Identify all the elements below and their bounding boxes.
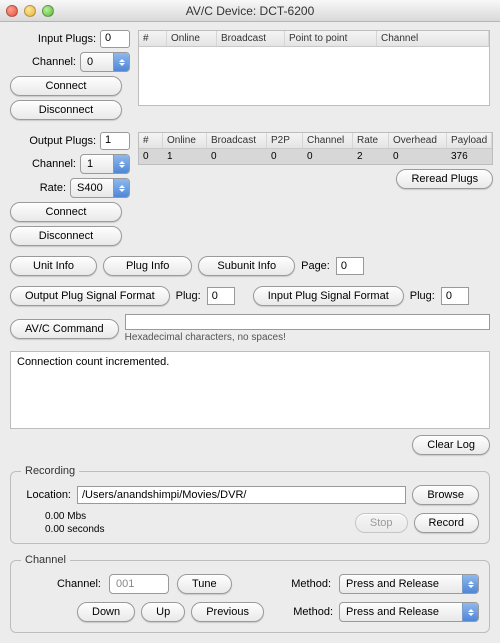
close-icon[interactable] — [6, 5, 18, 17]
output-channel-value: 1 — [87, 158, 93, 170]
previous-button[interactable]: Previous — [191, 602, 264, 622]
page-input[interactable] — [336, 257, 364, 275]
input-plugs-table[interactable]: # Online Broadcast Point to point Channe… — [138, 30, 490, 106]
down-button[interactable]: Down — [77, 602, 135, 622]
input-signal-format-button[interactable]: Input Plug Signal Format — [253, 286, 404, 306]
channel-input[interactable] — [109, 574, 169, 594]
input-disconnect-button[interactable]: Disconnect — [10, 100, 122, 120]
th[interactable]: Broadcast — [217, 31, 285, 46]
th[interactable]: Point to point — [285, 31, 377, 46]
th[interactable]: # — [139, 133, 163, 148]
th[interactable]: Channel — [303, 133, 353, 148]
chevron-updown-icon — [462, 603, 478, 621]
output-rate-label: Rate: — [10, 182, 66, 194]
traffic-lights — [6, 5, 54, 17]
zoom-icon[interactable] — [42, 5, 54, 17]
method2-value: Press and Release — [346, 606, 439, 618]
th[interactable]: Broadcast — [207, 133, 267, 148]
th[interactable]: Payload — [447, 133, 492, 148]
output-channel-label: Channel: — [10, 158, 76, 170]
table-row[interactable]: 0 1 0 0 0 2 0 376 — [139, 149, 492, 164]
output-plugs-count: 1 — [100, 132, 130, 150]
in-plug-input[interactable] — [441, 287, 469, 305]
th[interactable]: Channel — [377, 31, 489, 46]
avc-command-button[interactable]: AV/C Command — [10, 319, 119, 339]
th[interactable]: Online — [167, 31, 217, 46]
input-connect-button[interactable]: Connect — [10, 76, 122, 96]
clear-log-button[interactable]: Clear Log — [412, 435, 490, 455]
input-plugs-count: 0 — [100, 30, 130, 48]
channel-label: Channel: — [21, 578, 101, 590]
browse-button[interactable]: Browse — [412, 485, 479, 505]
in-plug-label: Plug: — [410, 290, 435, 302]
reread-plugs-button[interactable]: Reread Plugs — [396, 169, 493, 189]
channel-group: Channel Channel: Tune Method: Press and … — [10, 554, 490, 633]
input-channel-value: 0 — [87, 56, 93, 68]
output-rate-value: S400 — [77, 182, 103, 194]
window-title: AV/C Device: DCT-6200 — [0, 4, 500, 18]
window-titlebar: AV/C Device: DCT-6200 — [0, 0, 500, 22]
location-input[interactable] — [77, 486, 406, 504]
method1-select[interactable]: Press and Release — [339, 574, 479, 594]
avc-hint: Hexadecimal characters, no spaces! — [125, 332, 490, 343]
th[interactable]: Online — [163, 133, 207, 148]
method1-value: Press and Release — [346, 578, 439, 590]
avc-command-input[interactable] — [125, 314, 490, 330]
method1-label: Method: — [291, 578, 331, 590]
channel-legend: Channel — [21, 554, 70, 566]
th[interactable]: Overhead — [389, 133, 447, 148]
log-output[interactable]: Connection count incremented. — [10, 351, 490, 429]
output-signal-format-button[interactable]: Output Plug Signal Format — [10, 286, 170, 306]
input-plugs-label: Input Plugs: — [10, 33, 96, 45]
location-label: Location: — [21, 489, 71, 501]
output-disconnect-button[interactable]: Disconnect — [10, 226, 122, 246]
output-plugs-label: Output Plugs: — [10, 135, 96, 147]
out-plug-label: Plug: — [176, 290, 201, 302]
minimize-icon[interactable] — [24, 5, 36, 17]
subunit-info-button[interactable]: Subunit Info — [198, 256, 295, 276]
output-channel-select[interactable]: 1 — [80, 154, 130, 174]
chevron-updown-icon — [113, 179, 129, 197]
stop-button: Stop — [355, 513, 408, 533]
th[interactable]: # — [139, 31, 167, 46]
up-button[interactable]: Up — [141, 602, 185, 622]
input-channel-label: Channel: — [10, 56, 76, 68]
recording-group: Recording Location: Browse 0.00 Mbs 0.00… — [10, 465, 490, 544]
tune-button[interactable]: Tune — [177, 574, 232, 594]
plug-info-button[interactable]: Plug Info — [103, 256, 192, 276]
out-plug-input[interactable] — [207, 287, 235, 305]
chevron-updown-icon — [462, 575, 478, 593]
th[interactable]: P2P — [267, 133, 303, 148]
chevron-updown-icon — [113, 53, 129, 71]
th[interactable]: Rate — [353, 133, 389, 148]
output-connect-button[interactable]: Connect — [10, 202, 122, 222]
page-label: Page: — [301, 260, 330, 272]
method2-label: Method: — [293, 606, 333, 618]
chevron-updown-icon — [113, 155, 129, 173]
recording-legend: Recording — [21, 465, 79, 477]
method2-select[interactable]: Press and Release — [339, 602, 479, 622]
unit-info-button[interactable]: Unit Info — [10, 256, 97, 276]
record-button[interactable]: Record — [414, 513, 479, 533]
output-rate-select[interactable]: S400 — [70, 178, 130, 198]
log-line: Connection count incremented. — [17, 356, 169, 368]
output-plugs-table[interactable]: # Online Broadcast P2P Channel Rate Over… — [138, 132, 493, 165]
input-channel-select[interactable]: 0 — [80, 52, 130, 72]
